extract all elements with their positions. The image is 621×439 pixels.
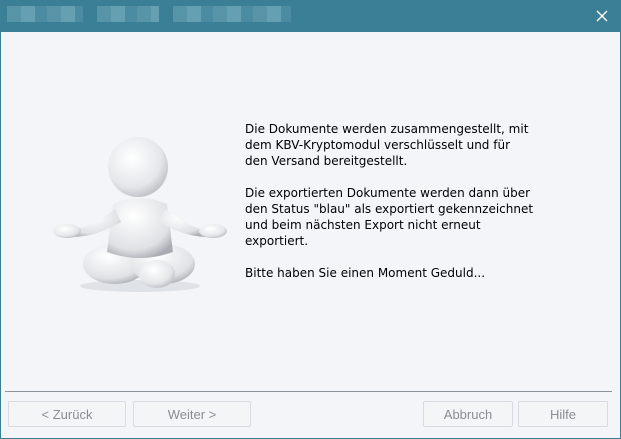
info-message: Die Dokumente werden zusammengestellt, m…: [245, 121, 545, 297]
message-paragraph-3: Bitte haben Sie einen Moment Geduld...: [245, 266, 486, 280]
help-button[interactable]: Hilfe: [518, 401, 608, 427]
export-dialog: Die Dokumente werden zusammengestellt, m…: [0, 0, 621, 439]
dialog-content: Die Dokumente werden zusammengestellt, m…: [1, 32, 620, 392]
title-text-blurred: [173, 6, 291, 22]
close-button[interactable]: [590, 5, 614, 27]
close-icon: [596, 10, 608, 22]
meditating-figure-icon: [53, 137, 227, 292]
title-text-blurred: [7, 6, 83, 22]
title-text-blurred: [97, 6, 159, 22]
footer-divider: [5, 391, 612, 392]
next-button[interactable]: Weiter >: [133, 401, 251, 427]
back-button[interactable]: < Zurück: [8, 401, 126, 427]
title-bar[interactable]: [1, 1, 620, 32]
message-paragraph-2: Die exportierten Dokumente werden dann ü…: [245, 186, 534, 248]
message-paragraph-1: Die Dokumente werden zusammengestellt, m…: [245, 122, 529, 168]
cancel-button[interactable]: Abbruch: [423, 401, 513, 427]
